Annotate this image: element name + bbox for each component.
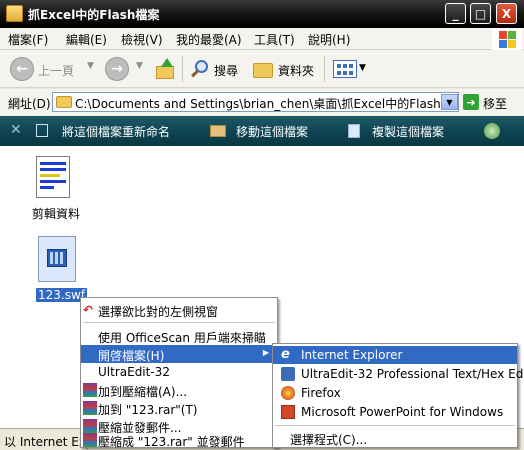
toolbar-separator — [182, 56, 183, 82]
winrar-icon — [83, 401, 97, 415]
folders-icon[interactable] — [253, 63, 273, 78]
folders-button[interactable]: 資料夾 — [278, 62, 314, 79]
back-dropdown-icon[interactable]: ▼ — [87, 61, 94, 71]
toolbar: ← 上一頁 ▼ → ▼ 搜尋 資料夾 ▼ — [0, 50, 524, 88]
menu-help[interactable]: 說明(H) — [308, 31, 350, 48]
file-label[interactable]: 剪輯資料 — [32, 205, 80, 222]
copy-file-link[interactable]: 複製這個檔案 — [372, 123, 444, 140]
address-label: 網址(D) — [8, 97, 51, 111]
menu-view[interactable]: 檢視(V) — [121, 31, 163, 48]
menu-divider — [275, 425, 515, 426]
move-icon — [210, 125, 226, 137]
rename-icon — [36, 124, 48, 137]
menu-item-add-rar[interactable]: 加到 "123.rar"(T) — [81, 399, 277, 417]
internet-explorer-icon: e — [281, 347, 290, 362]
undo-arrow-icon: ↶ — [83, 303, 94, 317]
address-dropdown-icon[interactable]: ▼ — [441, 94, 458, 110]
views-icon[interactable] — [333, 60, 357, 78]
title-bar[interactable]: 抓Excel中的Flash檔案 _ □ X — [0, 0, 524, 28]
explorer-window: 抓Excel中的Flash檔案 _ □ X 檔案(F) 編輯(E) 檢視(V) … — [0, 0, 524, 450]
window-title: 抓Excel中的Flash檔案 — [28, 8, 160, 22]
forward-arrow-icon[interactable]: → — [105, 57, 129, 81]
ultraedit-icon — [281, 367, 295, 381]
winrar-icon — [83, 383, 97, 397]
swf-file-icon[interactable] — [38, 236, 76, 282]
views-dropdown-icon[interactable]: ▼ — [359, 63, 366, 73]
menu-divider — [83, 322, 275, 323]
folder-icon — [56, 96, 72, 108]
move-file-link[interactable]: 移動這個檔案 — [236, 123, 308, 140]
address-value: C:\Documents and Settings\brian_chen\桌面\… — [75, 97, 459, 111]
submenu-arrow-icon: ▶ — [262, 348, 269, 357]
submenu-item-ultraedit[interactable]: UltraEdit-32 Professional Text/Hex Edito… — [273, 365, 524, 383]
menu-item-compress-rar-email[interactable]: 壓縮成 "123.rar" 並發郵件 — [81, 431, 277, 449]
back-button-label[interactable]: 上一頁 — [38, 62, 74, 79]
submenu-item-powerpoint[interactable]: Microsoft PowerPoint for Windows — [273, 403, 517, 421]
menu-favorites[interactable]: 我的最愛(A) — [176, 31, 242, 48]
rename-file-link[interactable]: 將這個檔案重新命名 — [62, 123, 170, 140]
address-field[interactable]: C:\Documents and Settings\brian_chen\桌面\… — [52, 92, 459, 112]
open-with-submenu: e Internet Explorer UltraEdit-32 Profess… — [272, 343, 524, 448]
go-button[interactable]: 移至 — [483, 95, 507, 112]
menu-file[interactable]: 檔案(F) — [8, 31, 48, 48]
clipping-file-icon[interactable] — [36, 156, 72, 198]
submenu-item-internet-explorer[interactable]: e Internet Explorer — [273, 346, 517, 364]
search-button[interactable]: 搜尋 — [214, 62, 238, 79]
forward-dropdown-icon[interactable]: ▼ — [136, 61, 143, 71]
menu-tools[interactable]: 工具(T) — [254, 31, 295, 48]
submenu-item-firefox[interactable]: Firefox — [273, 384, 517, 402]
menu-item-open-with[interactable]: 開啓檔案(H) ▶ — [81, 345, 277, 363]
menu-item-ultraedit[interactable]: UltraEdit-32 — [81, 363, 277, 381]
menu-item-compare-left[interactable]: ↶ 選擇欲比對的左側視窗 — [81, 301, 277, 319]
menu-item-officescan[interactable]: 使用 OfficeScan 用戶端來掃瞄 — [81, 327, 277, 345]
up-folder-icon[interactable] — [154, 58, 176, 80]
address-bar: 網址(D) C:\Documents and Settings\brian_ch… — [0, 89, 524, 115]
minimize-button[interactable]: _ — [445, 3, 466, 24]
folder-icon — [6, 5, 23, 22]
menu-bar: 檔案(F) 編輯(E) 檢視(V) 我的最愛(A) 工具(T) 說明(H) — [0, 28, 524, 50]
go-arrow-icon[interactable]: ➜ — [463, 94, 479, 110]
context-menu: ↶ 選擇欲比對的左側視窗 使用 OfficeScan 用戶端來掃瞄 開啓檔案(H… — [80, 297, 278, 449]
winrar-icon — [83, 433, 97, 447]
menu-item-add-archive[interactable]: 加到壓縮檔(A)... — [81, 381, 277, 399]
close-tasks-icon[interactable]: ✕ — [10, 122, 22, 138]
maximize-button[interactable]: □ — [470, 3, 491, 24]
close-button[interactable]: X — [496, 3, 517, 24]
windows-logo-icon — [492, 28, 522, 50]
file-tasks-bar: ✕ 將這個檔案重新命名 移動這個檔案 複製這個檔案 — [0, 116, 524, 146]
firefox-icon — [281, 386, 295, 400]
back-arrow-icon[interactable]: ← — [10, 57, 34, 81]
toolbar-separator — [324, 56, 325, 82]
copy-icon — [348, 124, 360, 138]
collapse-icon[interactable] — [484, 123, 500, 139]
submenu-item-choose-program[interactable]: 選擇程式(C)... — [273, 429, 517, 447]
menu-edit[interactable]: 編輯(E) — [66, 31, 107, 48]
powerpoint-icon — [281, 405, 295, 419]
search-icon[interactable] — [190, 59, 210, 79]
